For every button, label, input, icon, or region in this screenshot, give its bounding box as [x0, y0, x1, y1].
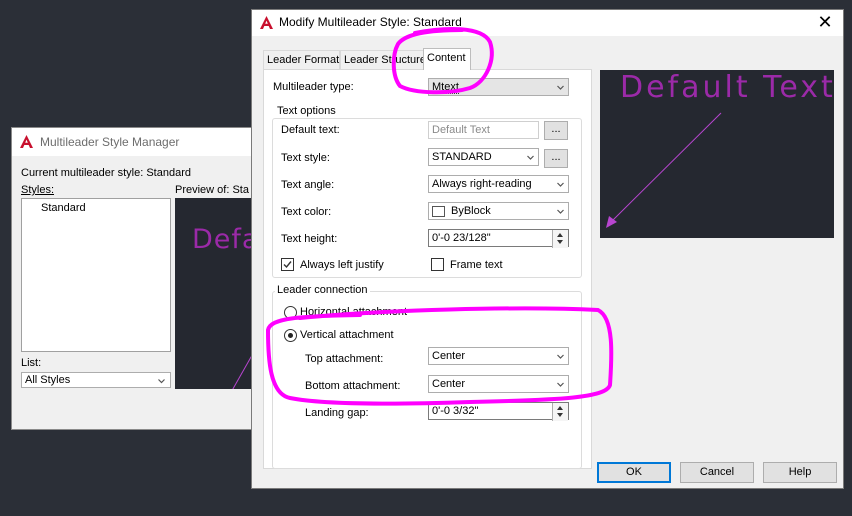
manager-preview-pane: Default Text [175, 198, 261, 389]
cancel-button[interactable]: Cancel [680, 462, 754, 483]
chevron-down-icon [557, 85, 564, 90]
bottom-attachment-label: Bottom attachment: [305, 380, 401, 392]
landing-gap-field[interactable]: 0'-0 3/32" [428, 402, 569, 421]
style-manager-titlebar[interactable]: Multileader Style Manager [12, 128, 260, 156]
always-left-justify-checkbox[interactable] [281, 258, 294, 271]
spinner-arrows-icon[interactable] [552, 403, 568, 421]
multileader-type-label: Multileader type: [273, 81, 354, 93]
horizontal-attachment-radio[interactable] [284, 306, 297, 319]
style-manager-title: Multileader Style Manager [40, 135, 180, 149]
default-text-browse-button[interactable]: ... [544, 121, 568, 140]
top-attachment-dropdown[interactable]: Center [428, 347, 569, 365]
tab-leader-format[interactable]: Leader Format [263, 50, 340, 69]
chevron-down-icon [557, 354, 564, 359]
manager-preview-leader [232, 349, 256, 389]
list-label: List: [21, 357, 42, 369]
text-angle-label: Text angle: [281, 179, 335, 191]
default-text-field[interactable]: Default Text [428, 121, 539, 139]
style-list-item-standard[interactable]: Standard [41, 202, 86, 214]
spinner-arrows-icon[interactable] [552, 230, 568, 248]
modify-multileader-style-dialog: Modify Multileader Style: Standard ✕ Lea… [251, 9, 844, 489]
multileader-type-dropdown[interactable]: Mtext [428, 78, 569, 96]
dialog-preview-leader [606, 112, 722, 228]
frame-text-checkbox[interactable] [431, 258, 444, 271]
style-manager-window: Multileader Style Manager Current multil… [11, 127, 261, 430]
checkmark-icon [283, 261, 292, 269]
help-button[interactable]: Help [763, 462, 837, 483]
preview-of-label: Preview of: Sta [175, 184, 249, 196]
text-style-value: STANDARD [432, 151, 492, 163]
text-angle-dropdown[interactable]: Always right-reading [428, 175, 569, 193]
chevron-down-icon [158, 378, 165, 384]
tab-content[interactable]: Content [423, 48, 471, 70]
styles-label: Styles: [21, 184, 55, 196]
current-style-label: Current multileader style: Standard [21, 167, 191, 179]
list-filter-value: All Styles [25, 374, 71, 386]
list-filter-dropdown[interactable]: All Styles [21, 372, 171, 388]
text-style-label: Text style: [281, 152, 330, 164]
text-height-label: Text height: [281, 233, 338, 245]
styles-listbox[interactable]: Standard [21, 198, 171, 352]
text-height-value: 0'-0 23/128" [432, 232, 491, 244]
default-text-label: Default text: [281, 124, 340, 136]
text-color-value: ByBlock [451, 205, 491, 217]
ok-button[interactable]: OK [597, 462, 671, 483]
landing-gap-label: Landing gap: [305, 407, 369, 419]
chevron-down-icon [557, 209, 564, 214]
text-style-browse-button[interactable]: ... [544, 149, 568, 168]
chevron-down-icon [557, 182, 564, 187]
text-color-dropdown[interactable]: ByBlock [428, 202, 569, 220]
bottom-attachment-dropdown[interactable]: Center [428, 375, 569, 393]
horizontal-attachment-label: Horizontal attachment [300, 306, 407, 318]
chevron-down-icon [527, 155, 534, 160]
color-swatch [432, 206, 445, 217]
top-attachment-label: Top attachment: [305, 353, 384, 365]
always-left-justify-label: Always left justify [300, 259, 384, 271]
top-attachment-value: Center [432, 350, 466, 362]
text-options-group [272, 118, 582, 278]
text-style-dropdown[interactable]: STANDARD [428, 148, 539, 166]
multileader-type-value: Mtext [432, 81, 459, 94]
dialog-preview-pane: Default Text [600, 70, 834, 238]
vertical-attachment-radio[interactable] [284, 329, 297, 342]
text-color-label: Text color: [281, 206, 332, 218]
frame-text-label: Frame text [450, 259, 503, 271]
bottom-attachment-value: Center [432, 378, 466, 390]
leader-connection-title: Leader connection [275, 284, 370, 296]
vertical-attachment-label: Vertical attachment [300, 329, 394, 341]
close-icon[interactable]: ✕ [817, 12, 833, 33]
text-options-title: Text options [275, 105, 338, 117]
tab-leader-structure[interactable]: Leader Structure [340, 50, 426, 69]
text-angle-value: Always right-reading [432, 178, 532, 190]
chevron-down-icon [557, 382, 564, 387]
dialog-title: Modify Multileader Style: Standard [279, 15, 462, 29]
text-height-field[interactable]: 0'-0 23/128" [428, 229, 569, 248]
autocad-a-icon [260, 16, 273, 29]
default-text-value: Default Text [432, 124, 490, 136]
landing-gap-value: 0'-0 3/32" [432, 405, 479, 417]
autocad-a-icon [20, 135, 33, 148]
dialog-titlebar[interactable]: Modify Multileader Style: Standard ✕ [252, 10, 843, 36]
